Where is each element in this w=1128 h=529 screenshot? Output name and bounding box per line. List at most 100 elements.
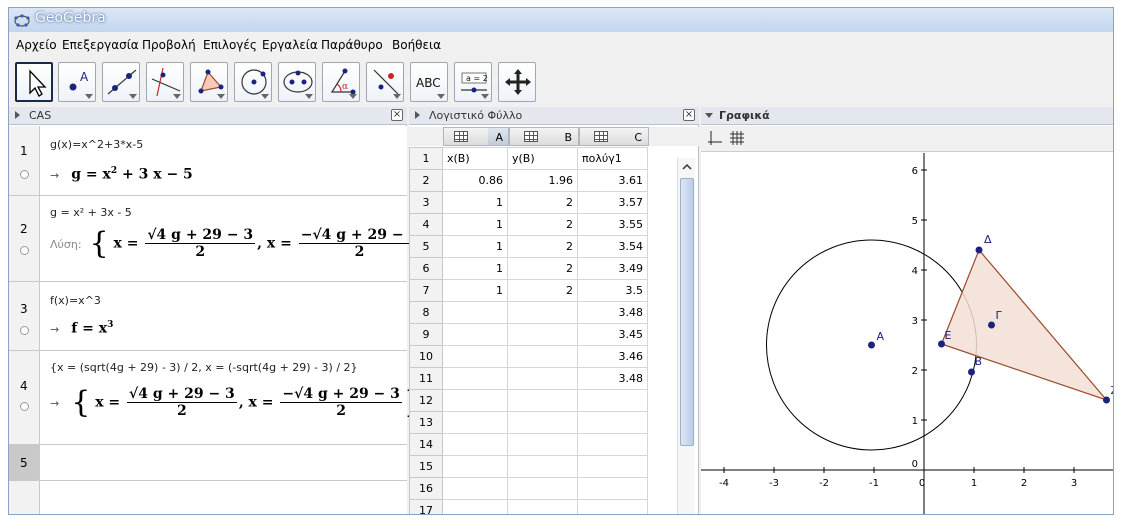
slider-tool-button[interactable]: a = 2 <box>454 62 492 102</box>
cell-a[interactable] <box>442 499 508 514</box>
spreadsheet-row[interactable]: 13 <box>409 411 648 434</box>
spreadsheet-row[interactable]: 8 3.48 <box>409 301 648 324</box>
spreadsheet-row[interactable]: 7 1 2 3.5 <box>409 279 648 302</box>
cell-c[interactable]: 3.49 <box>577 257 648 280</box>
circle-tool-button[interactable] <box>234 62 272 102</box>
cell-a[interactable]: 1 <box>442 191 508 214</box>
show-grid-icon[interactable] <box>729 130 745 146</box>
move-tool-button[interactable] <box>15 62 53 102</box>
cell-a[interactable]: 1 <box>442 279 508 302</box>
angle-tool-button[interactable]: α <box>322 62 360 102</box>
cell-c[interactable] <box>577 455 648 478</box>
cas-radio-icon[interactable] <box>20 326 29 335</box>
point-5[interactable] <box>1103 396 1110 404</box>
cas-row-4[interactable]: 4 {x = (sqrt(4g + 29) - 3) / 2, x = (-sq… <box>9 351 423 445</box>
cas-row-1[interactable]: 1 g(x)=x^2+3*x-5 → g = x2 + 3 x − 5 <box>9 126 407 196</box>
cell-c[interactable] <box>577 499 648 514</box>
point-tool-button[interactable]: A <box>58 62 96 102</box>
menu-view[interactable]: Προβολή <box>142 38 196 52</box>
cell-a[interactable] <box>442 411 508 434</box>
show-axes-icon[interactable] <box>707 130 723 146</box>
conic-tool-button[interactable] <box>278 62 316 102</box>
menu-file[interactable]: Αρχείο <box>16 38 57 52</box>
text-tool-button[interactable]: ABC <box>410 62 448 102</box>
menu-tools[interactable]: Εργαλεία <box>262 38 318 52</box>
move-view-tool-button[interactable] <box>498 62 536 102</box>
cell-b[interactable] <box>507 433 578 456</box>
cell-b[interactable] <box>507 301 578 324</box>
cell-c[interactable] <box>577 389 648 412</box>
cell-b[interactable]: 2 <box>507 213 578 236</box>
line-tool-button[interactable] <box>102 62 140 102</box>
cell-a[interactable]: 1 <box>442 213 508 236</box>
spreadsheet-row[interactable]: 16 <box>409 477 648 500</box>
menu-help[interactable]: Βοήθεια <box>392 38 441 52</box>
cas-radio-icon[interactable] <box>20 402 29 411</box>
cell-c[interactable] <box>577 477 648 500</box>
spreadsheet-row[interactable]: 15 <box>409 455 648 478</box>
polygon-tool-button[interactable] <box>190 62 228 102</box>
cell-b[interactable] <box>507 411 578 434</box>
collapse-arrow-icon[interactable] <box>15 111 20 119</box>
cell-b[interactable] <box>507 389 578 412</box>
cell-b[interactable] <box>507 367 578 390</box>
cell-a[interactable]: 1 <box>442 235 508 258</box>
spreadsheet-scrollbar[interactable] <box>677 158 695 514</box>
spreadsheet-row[interactable]: 17 <box>409 499 648 514</box>
cell-a[interactable] <box>442 301 508 324</box>
cas-input[interactable]: f(x)=x^3 <box>50 294 101 307</box>
cell-b[interactable] <box>507 455 578 478</box>
collapse-arrow-icon[interactable] <box>415 111 420 119</box>
graphics-view[interactable]: -4-3-2-1012340123456AΒΕΔΓΖ <box>701 153 1114 515</box>
spreadsheet-row[interactable]: 14 <box>409 433 648 456</box>
cas-row-5[interactable]: 5 <box>9 445 407 481</box>
cell-b[interactable] <box>507 323 578 346</box>
cas-radio-icon[interactable] <box>20 246 29 255</box>
spreadsheet-row[interactable]: 10 3.46 <box>409 345 648 368</box>
perpendicular-tool-button[interactable] <box>146 62 184 102</box>
chevron-up-icon[interactable] <box>681 161 693 173</box>
cell-b[interactable]: 1.96 <box>507 169 578 192</box>
cell-c[interactable]: 3.54 <box>577 235 648 258</box>
cas-input[interactable]: g(x)=x^2+3*x-5 <box>50 138 143 151</box>
spreadsheet-row[interactable]: 11 3.48 <box>409 367 648 390</box>
polygon-1[interactable] <box>940 248 1109 402</box>
scrollbar-thumb[interactable] <box>680 178 694 446</box>
cell-b[interactable]: 2 <box>507 191 578 214</box>
menu-options[interactable]: Επιλογές <box>203 38 257 52</box>
cell-c[interactable]: 3.61 <box>577 169 648 192</box>
point-0[interactable] <box>868 341 875 349</box>
cas-row-3[interactable]: 3 f(x)=x^3 → f = x3 <box>9 282 407 351</box>
cell-b[interactable]: 2 <box>507 279 578 302</box>
cas-input[interactable]: {x = (sqrt(4g + 29) - 3) / 2, x = (-sqrt… <box>50 361 358 374</box>
cell-b[interactable]: y(B) <box>507 147 578 170</box>
cell-b[interactable] <box>507 345 578 368</box>
cell-b[interactable] <box>507 477 578 500</box>
cell-c[interactable]: 3.45 <box>577 323 648 346</box>
cas-row-2[interactable]: 2 g = x² + 3x - 5 Λύση:{ x = √4 g + 29 −… <box>9 196 441 282</box>
spreadsheet-row[interactable]: 2 0.86 1.96 3.61 <box>409 169 648 192</box>
cell-a[interactable] <box>442 323 508 346</box>
cell-c[interactable]: πολύγ1 <box>577 147 648 170</box>
cell-a[interactable] <box>442 455 508 478</box>
column-header-b[interactable]: B <box>509 127 579 146</box>
column-header-c[interactable]: C <box>579 127 649 146</box>
spreadsheet-row[interactable]: 9 3.45 <box>409 323 648 346</box>
menu-window[interactable]: Παράθυρο <box>321 38 383 52</box>
spreadsheet-row[interactable]: 1 x(B) y(B) πολύγ1 <box>409 147 648 170</box>
cas-radio-icon[interactable] <box>20 170 29 179</box>
cell-c[interactable]: 3.46 <box>577 345 648 368</box>
cell-c[interactable] <box>577 433 648 456</box>
cell-b[interactable] <box>507 499 578 514</box>
cell-c[interactable]: 3.48 <box>577 367 648 390</box>
spreadsheet-row[interactable]: 3 1 2 3.57 <box>409 191 648 214</box>
cell-c[interactable]: 3.57 <box>577 191 648 214</box>
cell-b[interactable]: 2 <box>507 257 578 280</box>
cell-a[interactable] <box>442 477 508 500</box>
cell-b[interactable]: 2 <box>507 235 578 258</box>
cell-a[interactable] <box>442 389 508 412</box>
cell-a[interactable] <box>442 367 508 390</box>
cas-input[interactable]: g = x² + 3x - 5 <box>50 206 132 219</box>
spreadsheet-row[interactable]: 5 1 2 3.54 <box>409 235 648 258</box>
spreadsheet-grid[interactable]: 1 x(B) y(B) πολύγ1 2 0.86 1.96 3.61 3 1 2 3.57 4 1 2 3.… <box>409 147 648 514</box>
